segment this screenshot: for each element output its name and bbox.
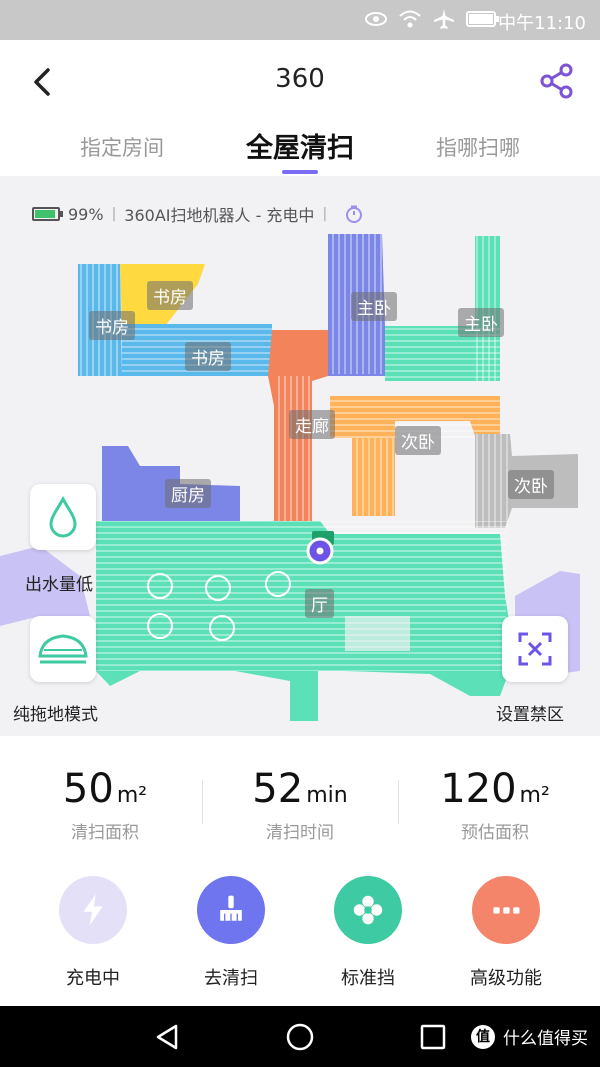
stat-value: 52 (252, 766, 304, 812)
nav-back-icon[interactable] (152, 1022, 182, 1052)
no-go-zone-label: 设置禁区 (496, 705, 564, 725)
room-label-kitchen[interactable]: 厨房 (165, 479, 211, 508)
advanced-features-circle[interactable] (472, 876, 540, 944)
charging-circle[interactable] (59, 876, 127, 944)
go-clean-button[interactable]: 去清扫 (161, 876, 301, 990)
room-label-study[interactable]: 书房 (185, 342, 231, 371)
bottom-panel: 50 m² 清扫面积 52 min 清扫时间 120 m² 预估面积 充电中 去清扫 (0, 736, 600, 1006)
robot-marker-center (316, 547, 324, 555)
room-label-master-bedroom[interactable]: 主卧 (458, 308, 504, 337)
timer-icon[interactable] (345, 205, 363, 223)
stat-unit: m² (519, 783, 550, 808)
advanced-features-button[interactable]: 高级功能 (436, 876, 576, 990)
tab-specified-room[interactable]: 指定房间 (32, 132, 212, 162)
nav-recents-icon[interactable] (418, 1022, 448, 1052)
stat-estimated-area: 120 m² 预估面积 (395, 766, 595, 843)
more-icon (493, 907, 520, 914)
device-name-status: 360AI扫地机器人 - 充电中 (124, 206, 315, 225)
map-area[interactable]: 99% | 360AI扫地机器人 - 充电中 | 书房 书房 书房 主卧 主卧 … (0, 176, 600, 736)
header: 360 (0, 40, 600, 126)
nav-home-icon[interactable] (285, 1022, 315, 1052)
suction-level-label: 标准挡 (341, 968, 395, 989)
room-label-study[interactable]: 书房 (89, 311, 135, 340)
battery-icon (466, 11, 499, 27)
fan-icon (353, 895, 383, 925)
device-status-line: 99% | 360AI扫地机器人 - 充电中 | (32, 202, 363, 226)
mop-mode-label: 纯拖地模式 (13, 705, 98, 725)
airplane-icon (434, 9, 454, 29)
room-label-second-bedroom[interactable]: 次卧 (508, 470, 554, 499)
mode-tabs: 指定房间 全屋清扫 指哪扫哪 (0, 126, 600, 176)
map-obstacle-6 (345, 616, 410, 651)
room-label-master-bedroom[interactable]: 主卧 (351, 292, 397, 321)
stat-value: 50 (62, 766, 114, 812)
charging-label: 充电中 (66, 968, 120, 989)
stat-clean-time: 52 min 清扫时间 (200, 766, 400, 843)
eye-icon (365, 12, 387, 26)
mop-icon (38, 634, 88, 664)
advanced-features-label: 高级功能 (470, 968, 542, 989)
water-level-button[interactable] (30, 484, 96, 550)
stat-unit: min (306, 783, 348, 808)
no-go-zone-icon (518, 632, 552, 666)
go-clean-circle[interactable] (197, 876, 265, 944)
status-icons (364, 8, 500, 30)
tab-indicator (282, 170, 318, 174)
wifi-icon (399, 10, 421, 28)
room-label-hall[interactable]: 厅 (305, 589, 334, 618)
stat-unit: m² (116, 783, 148, 808)
map-region-corridor-pattern (274, 376, 312, 521)
stat-label: 清扫时间 (266, 823, 334, 843)
lightning-icon (83, 894, 103, 926)
system-nav-bar: 值 什么值得买 (0, 1006, 600, 1067)
broom-icon (220, 895, 242, 921)
watermark-text: 什么值得买 (503, 1029, 588, 1049)
room-label-study[interactable]: 书房 (147, 281, 193, 310)
tab-point-clean[interactable]: 指哪扫哪 (388, 132, 568, 162)
room-label-second-bedroom[interactable]: 次卧 (395, 426, 441, 455)
battery-percentage: 99% (68, 204, 104, 224)
charging-button[interactable]: 充电中 (23, 876, 163, 990)
status-separator: | (111, 206, 117, 222)
mop-mode-button[interactable] (30, 616, 96, 682)
go-clean-label: 去清扫 (204, 968, 258, 989)
map-region-second-orange-pattern2 (352, 438, 395, 516)
battery-icon (32, 207, 63, 221)
map-region-living-pattern (96, 521, 506, 671)
room-label-corridor[interactable]: 走廊 (289, 410, 335, 439)
stat-label: 预估面积 (461, 823, 529, 843)
status-bar: 中午11:10 (0, 0, 600, 40)
tab-whole-house[interactable]: 全屋清扫 (210, 126, 390, 165)
no-go-zone-button[interactable] (502, 616, 568, 682)
suction-level-button[interactable]: 标准挡 (298, 876, 438, 990)
status-separator: | (322, 206, 328, 222)
watermark-logo: 值 (471, 1024, 495, 1049)
stat-clean-area: 50 m² 清扫面积 (5, 766, 205, 843)
stat-value: 120 (440, 766, 517, 812)
watermark: 值 什么值得买 (471, 1024, 588, 1049)
status-time: 中午11:10 (498, 13, 586, 34)
map-region-second-gray-pattern (475, 434, 510, 528)
stat-label: 清扫面积 (71, 823, 139, 843)
page-title: 360 (275, 64, 325, 94)
share-icon[interactable] (538, 62, 576, 100)
water-drop-icon (49, 495, 77, 538)
suction-level-circle[interactable] (334, 876, 402, 944)
water-level-label: 出水量低 (25, 575, 93, 595)
